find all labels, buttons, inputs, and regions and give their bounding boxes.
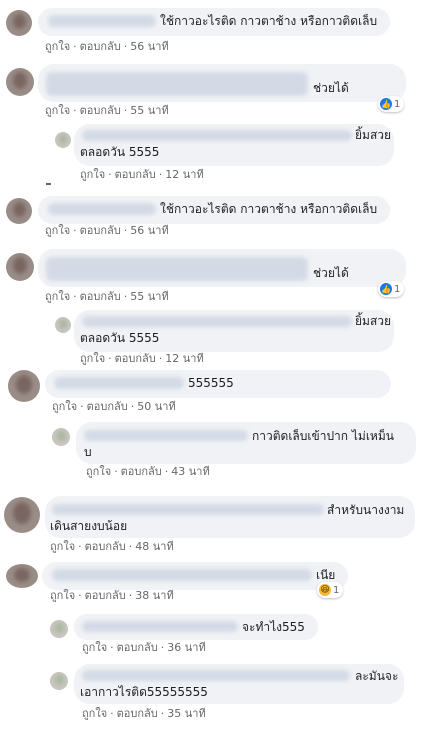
reply-avatar[interactable] [50, 672, 68, 690]
like-link[interactable]: ถูกใจ [50, 540, 75, 553]
like-link[interactable]: ถูกใจ [52, 400, 77, 413]
commenter-avatar[interactable] [6, 68, 34, 96]
blurred-commenter-name [52, 569, 312, 581]
comment-actions: ถูกใจ · ตอบกลับ · 56 นาที [45, 40, 169, 53]
reply-avatar[interactable] [55, 132, 71, 148]
comment-text: บ [84, 445, 92, 459]
comment-text: ใช้กาวอะไรติด กาวตาช้าง หรือกาวติดเล็บ [160, 14, 378, 28]
reply-avatar[interactable] [55, 317, 71, 333]
like-icon: 👍 [380, 98, 392, 110]
comment-actions: ถูกใจ · ตอบกลับ · 48 นาที [50, 540, 174, 553]
comment-time[interactable]: 35 นาที [167, 707, 205, 720]
comment-text: เอากาวไรติด55555555 [80, 685, 208, 699]
reply-link[interactable]: ตอบกลับ [115, 352, 156, 365]
comment-text: สำหรับนางงาม [327, 503, 405, 517]
reaction-badge[interactable]: 👍 1 [378, 281, 405, 297]
comment-time[interactable]: 43 นาที [171, 465, 209, 478]
comment-time[interactable]: 55 นาที [130, 104, 168, 117]
reply-link[interactable]: ตอบกลับ [80, 224, 121, 237]
like-link[interactable]: ถูกใจ [82, 707, 107, 720]
comment-text: ช่วยได้ [313, 81, 349, 95]
like-link[interactable]: ถูกใจ [50, 589, 75, 602]
comment-actions: ถูกใจ · ตอบกลับ · 55 นาที [45, 290, 169, 303]
blurred-comment-content [46, 72, 308, 96]
comment-text: กาวติดเล็บเข้าปาก ไม่เหม็น [252, 429, 394, 443]
comment-time[interactable]: 56 นาที [130, 40, 168, 53]
comment-actions: ถูกใจ · ตอบกลับ · 56 นาที [45, 224, 169, 237]
like-link[interactable]: ถูกใจ [80, 352, 105, 365]
comment-actions: ถูกใจ · ตอบกลับ · 35 นาที [82, 707, 206, 720]
blurred-comment-content [46, 257, 308, 281]
comment-actions: ถูกใจ · ตอบกลับ · 50 นาที [52, 400, 176, 413]
like-link[interactable]: ถูกใจ [45, 290, 70, 303]
commenter-avatar[interactable] [8, 370, 40, 402]
comment-time[interactable]: 38 นาที [135, 589, 173, 602]
comment-time[interactable]: 56 นาที [130, 224, 168, 237]
comment-text: 555555 [188, 376, 234, 390]
reply-link[interactable]: ตอบกลับ [117, 707, 158, 720]
comment-text: ตลอดวัน 5555 [80, 331, 160, 345]
blurred-commenter-name [82, 130, 352, 141]
comment-actions: ถูกใจ · ตอบกลับ · 12 นาที [80, 352, 204, 365]
blurred-commenter-name [52, 504, 324, 515]
blurred-commenter-name [48, 203, 156, 215]
comment-text: ช่วยได้ [313, 266, 349, 280]
commenter-avatar[interactable] [6, 198, 32, 224]
commenter-avatar[interactable] [4, 497, 40, 533]
thread-line [46, 183, 51, 185]
reply-link[interactable]: ตอบกลับ [80, 40, 121, 53]
comment-text: ใช้กาวอะไรติด กาวตาช้าง หรือกาวติดเล็บ [160, 202, 378, 216]
comment-actions: ถูกใจ · ตอบกลับ · 38 นาที [50, 589, 174, 602]
comment-text: ยิ้มสวย [355, 314, 392, 328]
comment-text: ยิ้มสวย [355, 128, 392, 142]
reaction-badge[interactable]: 👍 1 [378, 96, 405, 112]
reply-avatar[interactable] [50, 620, 68, 638]
blurred-commenter-name [84, 430, 248, 441]
blurred-commenter-name [54, 377, 184, 389]
like-link[interactable]: ถูกใจ [80, 168, 105, 181]
reply-link[interactable]: ตอบกลับ [87, 400, 128, 413]
reply-link[interactable]: ตอบกลับ [115, 168, 156, 181]
reply-link[interactable]: ตอบกลับ [85, 589, 126, 602]
like-link[interactable]: ถูกใจ [86, 465, 111, 478]
comment-actions: ถูกใจ · ตอบกลับ · 12 นาที [80, 168, 204, 181]
commenter-avatar[interactable] [6, 564, 38, 588]
reply-link[interactable]: ตอบกลับ [80, 104, 121, 117]
haha-icon: 😆 [319, 584, 331, 596]
comment-time[interactable]: 36 นาที [167, 641, 205, 654]
commenter-avatar[interactable] [6, 10, 32, 36]
comment-time[interactable]: 50 นาที [137, 400, 175, 413]
reply-link[interactable]: ตอบกลับ [121, 465, 162, 478]
comment-actions: ถูกใจ · ตอบกลับ · 43 นาที [86, 465, 210, 478]
comment-time[interactable]: 12 นาที [165, 352, 203, 365]
comment-time[interactable]: 55 นาที [130, 290, 168, 303]
comment-actions: ถูกใจ · ตอบกลับ · 55 นาที [45, 104, 169, 117]
reply-link[interactable]: ตอบกลับ [85, 540, 126, 553]
comment-text: ตลอดวัน 5555 [80, 145, 160, 159]
like-link[interactable]: ถูกใจ [82, 641, 107, 654]
blurred-commenter-name [82, 316, 352, 327]
comment-time[interactable]: 12 นาที [165, 168, 203, 181]
comment-text: ละมันจะ [355, 669, 399, 683]
commenter-avatar[interactable] [6, 253, 34, 281]
comment-text: เดินสายงบน้อย [50, 519, 128, 533]
comment-text: จะทำไง555 [242, 620, 305, 634]
blurred-commenter-name [48, 15, 156, 27]
like-link[interactable]: ถูกใจ [45, 224, 70, 237]
reply-link[interactable]: ตอบกลับ [80, 290, 121, 303]
like-link[interactable]: ถูกใจ [45, 104, 70, 117]
reply-link[interactable]: ตอบกลับ [117, 641, 158, 654]
blurred-commenter-name [82, 670, 350, 681]
reaction-badge[interactable]: 😆 1 [317, 582, 344, 598]
like-icon: 👍 [380, 283, 392, 295]
comment-time[interactable]: 48 นาที [135, 540, 173, 553]
comment-actions: ถูกใจ · ตอบกลับ · 36 นาที [82, 641, 206, 654]
like-link[interactable]: ถูกใจ [45, 40, 70, 53]
reply-avatar[interactable] [52, 428, 70, 446]
blurred-commenter-name [82, 621, 238, 632]
